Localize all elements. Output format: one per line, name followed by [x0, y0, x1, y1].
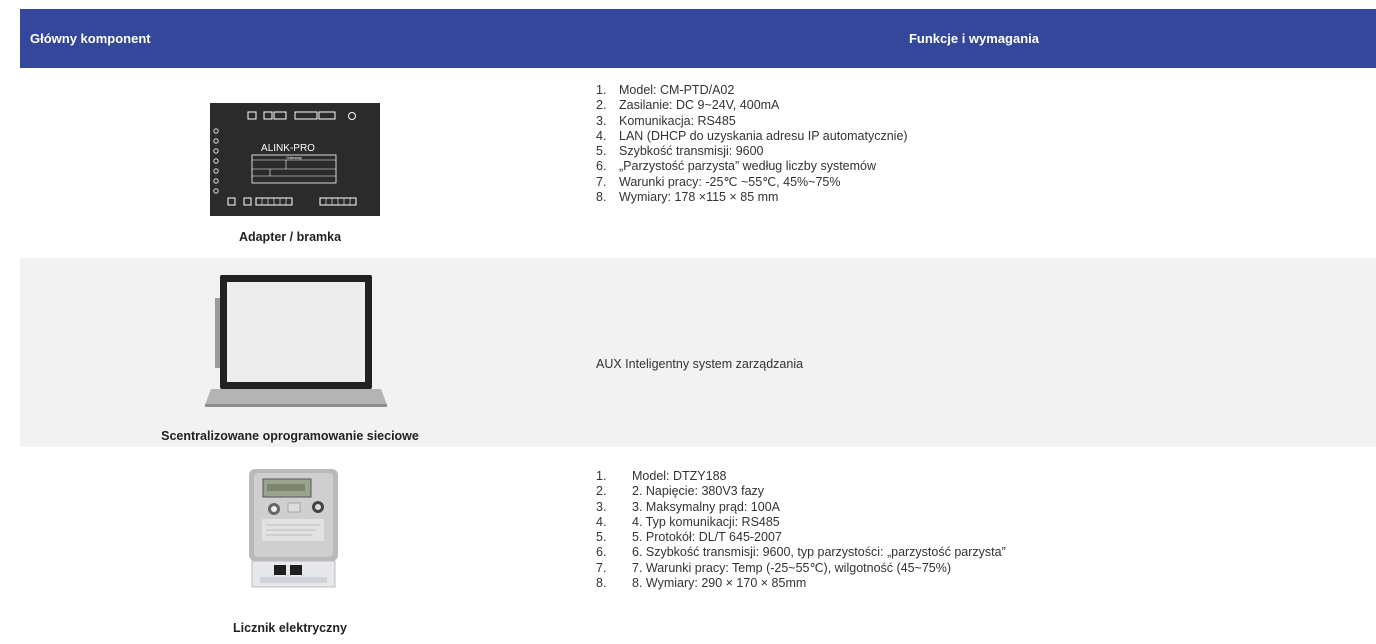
list-item: 5. Szybkość transmisji: 9600: [596, 144, 764, 159]
list-item: 3. Komunikacja: RS485: [596, 113, 736, 128]
list-item: 8. 8. Wymiary: 290 × 170 × 85mm: [596, 576, 807, 591]
list-item: 4. LAN (DHCP do uzyskania adresu IP autom…: [596, 128, 908, 143]
gateway-brand-text: ALINK-PRO: [261, 143, 315, 154]
list-item: 1. Model: DTZY188: [596, 469, 727, 483]
component-caption: Licznik elektryczny: [233, 621, 347, 635]
list-item: 4. 4. Typ komunikacji: RS485: [596, 514, 780, 529]
list-item: 1. Model: CM-PTD/A02: [596, 83, 735, 97]
laptop-image: [205, 275, 387, 407]
list-item: 6. 6. Szybkość transmisji: 9600, typ parz…: [596, 545, 1006, 560]
table-row: Scentralizowane oprogramowanie sieciowe …: [20, 258, 1376, 447]
list-item: 8. Wymiary: 178 ×115 × 85 mm: [596, 190, 779, 205]
gateway-sub-text: Gateway: [286, 155, 302, 160]
header-main-component: Główny komponent: [30, 31, 151, 46]
list-item: 6. „Parzystość parzysta” według liczby sy…: [596, 159, 877, 174]
list-item: 7. Warunki pracy: -25℃ ~55℃, 45%~75%: [596, 174, 841, 189]
table-row: ALINK-PRO Gateway Adapter / bramka 1. Mo…: [20, 68, 1376, 258]
spec-list: 1. Model: CM-PTD/A02 2. Zasilanie: DC 9~24…: [596, 83, 908, 205]
gateway-device-image: ALINK-PRO Gateway: [210, 103, 380, 216]
header-functions-requirements: Funkcje i wymagania: [908, 31, 1040, 46]
spec-list: 1. Model: DTZY188 2. 2. Napięcie: 380V3 fa…: [596, 469, 1006, 591]
table-header: Główny komponent Funkcje i wymagania: [20, 9, 1376, 68]
list-item: 2. Zasilanie: DC 9~24V, 400mA: [596, 98, 780, 113]
list-item: 2. 2. Napięcie: 380V3 fazy: [596, 484, 765, 499]
list-item: 5. 5. Protokół: DL/T 645-2007: [596, 530, 782, 545]
list-item: 7. 7. Warunki pracy: Temp (-25~55℃), wilg…: [596, 560, 952, 575]
electricity-meter-image: [249, 469, 338, 588]
component-caption: Adapter / bramka: [238, 230, 342, 244]
component-caption: Scentralizowane oprogramowanie sieciowe: [161, 429, 419, 443]
list-item: 3. 3. Maksymalny prąd: 100A: [596, 499, 780, 514]
table-row: Licznik elektryczny 1. Model: DTZY188 2. 2…: [20, 447, 1376, 644]
component-description: AUX Inteligentny system zarządzania: [596, 357, 804, 371]
